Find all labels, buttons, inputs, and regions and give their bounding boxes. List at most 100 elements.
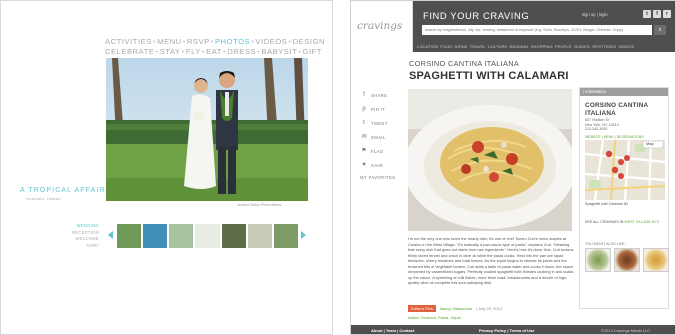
related-thumbnail[interactable] [614, 248, 640, 272]
share-email-button[interactable]: ✉ EMAIL [357, 130, 403, 144]
editors-pick-badge[interactable]: Editor's Pick [408, 305, 436, 312]
rss-icon[interactable]: r [663, 10, 671, 18]
nav-item-design[interactable]: DESIGN [293, 37, 325, 46]
category-travel[interactable]: TRAVEL [470, 44, 486, 49]
facebook-icon[interactable]: f [653, 10, 661, 18]
photo-thumbnail[interactable] [273, 224, 298, 248]
thumbnail-carousel [107, 224, 307, 248]
gallery-side-menu: WEDDING RECEPTION WELCOME TAPE! [63, 223, 99, 249]
dish-photo [408, 89, 572, 231]
footer-copyright: ©2013 Cravings Media LLC [601, 328, 651, 333]
map-type-label[interactable]: Map [646, 141, 654, 146]
wedding-nav-row-2: CELEBRATE•STAY•FLY•EAT•DRESS•BABYSIT•GIF… [105, 47, 321, 56]
thumbnail-list [117, 224, 298, 248]
map-caption: Spaghetti with Calamari $4 [585, 202, 628, 206]
photo-thumbnail[interactable] [143, 224, 168, 248]
category-drink[interactable]: DRINK [455, 44, 468, 49]
photo-thumbnail[interactable] [247, 224, 272, 248]
category-nav: LOCATION FOOD DRINK TRAVEL CULTURE READING SHO… [417, 44, 675, 49]
article-tags[interactable]: Italian, Seafood, Pasta, Squid [408, 315, 461, 320]
photo-thumbnail[interactable] [169, 224, 194, 248]
share-share-button[interactable]: f SHARE [357, 88, 403, 102]
logo-box[interactable]: cravings [351, 1, 413, 52]
nav-item-videos[interactable]: VIDEOS [255, 37, 287, 46]
dish-title: SPAGHETTI WITH CALAMARI [409, 70, 569, 82]
category-shopping[interactable]: SHOPPING [531, 44, 553, 49]
nav-item-rsvp[interactable]: RSVP [187, 37, 210, 46]
share-label: TWEET [371, 120, 388, 126]
related-thumbnails [585, 248, 669, 272]
side-menu-item-reception[interactable]: RECEPTION [63, 230, 99, 237]
share-pin-it-button[interactable]: p PIN IT [357, 102, 403, 116]
nav-item-dress[interactable]: DRESS [227, 47, 256, 56]
category-people[interactable]: PEOPLE [555, 44, 572, 49]
nav-item-babysit[interactable]: BABYSIT [261, 47, 297, 56]
facebook-icon: f [363, 92, 365, 98]
nav-item-celebrate[interactable]: CELEBRATE [105, 47, 155, 56]
photo-thumbnail[interactable] [195, 224, 220, 248]
related-thumbnail[interactable] [585, 248, 611, 272]
twitter-icon[interactable]: t [643, 10, 651, 18]
share-flag-button[interactable]: ⚑ FLAG [357, 144, 403, 158]
nav-item-eat[interactable]: EAT [206, 47, 222, 56]
restaurant-name[interactable]: CORSINO CANTINA ITALIANA [409, 59, 519, 68]
cravings-header: cravings FIND YOUR CRAVING sign up | log… [351, 1, 675, 52]
side-menu-item-wedding[interactable]: WEDDING [63, 223, 99, 230]
share-sidebar: f SHARE p PIN IT t TWEET ✉ EMAIL ⚑ FLAG ♥ SAVE [357, 88, 403, 172]
nav-item-activities[interactable]: ACTIVITIES [105, 37, 152, 46]
nav-item-menu[interactable]: MENU [157, 37, 182, 46]
share-tweet-button[interactable]: t TWEET [357, 116, 403, 130]
cravings-footer: About | Team | Contact Privacy Policy | … [351, 325, 675, 334]
nav-item-photos[interactable]: PHOTOS [215, 37, 250, 46]
category-spottings[interactable]: SPOTTINGS [592, 44, 616, 49]
info-address: 637 Hudson St New York, NY, 10014 212-242-… [585, 118, 669, 132]
search-input[interactable] [422, 25, 652, 35]
search-icon: ⌕ [658, 27, 662, 33]
photo-thumbnail[interactable] [117, 224, 142, 248]
info-links[interactable]: WEBSITE | MENU | RESERVATIONS [585, 135, 644, 139]
nav-item-fly[interactable]: FLY [186, 47, 201, 56]
search-button[interactable]: ⌕ [654, 25, 666, 35]
site-subtitle: Honolulu, Hawaii [26, 196, 61, 201]
arrow-left-icon[interactable] [108, 231, 113, 239]
article-meta: Editor's Pick Nancy Matsumoto | July 20,… [408, 305, 502, 312]
photo-credit: Jessica Walsh Photo Affairs [237, 203, 282, 207]
side-menu-item-welcome[interactable]: WELCOME [63, 236, 99, 243]
wedding-website-panel: ACTIVITIES•MENU•RSVP•PHOTOS•VIDEOS•DESIG… [0, 0, 333, 335]
share-label: EMAIL [371, 134, 386, 140]
arrow-right-icon[interactable] [301, 231, 306, 239]
category-reading[interactable]: READING [510, 44, 529, 49]
category-guides[interactable]: GUIDES [574, 44, 590, 49]
category-videos[interactable]: VIDEOS [618, 44, 634, 49]
share-label: SAVE [371, 162, 384, 168]
see-all-link[interactable]: WEST VILLAGE NYC [624, 220, 659, 224]
category-location[interactable]: LOCATION [417, 44, 438, 49]
cravings-logo[interactable]: cravings [357, 20, 402, 32]
nav-item-gift[interactable]: GIFT [303, 47, 323, 56]
location-map[interactable]: Map [585, 140, 665, 200]
address-line: 212-242-3093 [585, 127, 608, 132]
author-link[interactable]: Nancy Matsumoto [440, 306, 472, 311]
article-body: I'm not the only one who loves the heart… [408, 236, 574, 285]
share-label: FLAG [371, 148, 384, 154]
pinterest-icon: p [362, 106, 366, 112]
related-thumbnail[interactable] [643, 248, 669, 272]
share-label: SHARE [371, 92, 388, 98]
signup-login-links[interactable]: sign up | login [582, 12, 608, 17]
photo-thumbnail[interactable] [221, 224, 246, 248]
share-save-button[interactable]: ♥ SAVE [357, 158, 403, 172]
twitter-icon: t [363, 120, 365, 126]
info-restaurant-name: CORSINO CANTINA ITALIANA [585, 102, 649, 117]
wedding-nav-row-1: ACTIVITIES•MENU•RSVP•PHOTOS•VIDEOS•DESIG… [105, 37, 325, 46]
site-title: A TROPICAL AFFAIR [20, 187, 106, 194]
see-all-cravings: SEE ALL CRAVINGS IN WEST VILLAGE NYC [585, 220, 669, 225]
category-culture[interactable]: CULTURE [488, 44, 507, 49]
flag-icon: ⚑ [361, 148, 367, 154]
footer-links-mid[interactable]: Privacy Policy | Terms of Use [479, 328, 535, 333]
side-menu-item-tape[interactable]: TAPE! [63, 243, 99, 250]
footer-links-left[interactable]: About | Team | Contact [371, 328, 414, 333]
my-favorites-link[interactable]: MY FAVORITES [360, 175, 395, 180]
nav-item-stay[interactable]: STAY [160, 47, 181, 56]
wedding-hero-photo [106, 58, 308, 201]
category-food[interactable]: FOOD [440, 44, 452, 49]
